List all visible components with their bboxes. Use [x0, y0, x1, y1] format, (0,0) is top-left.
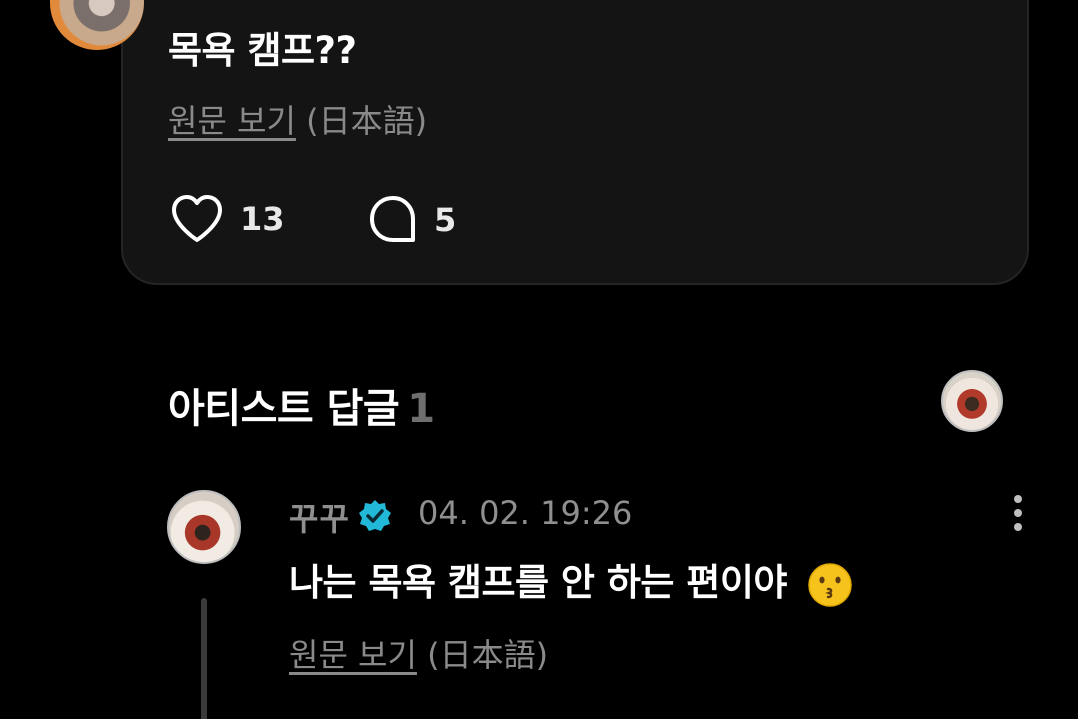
more-options-icon[interactable]: [1006, 495, 1030, 535]
post-text: 목욕 캠프??: [168, 29, 357, 72]
comment-bubble-icon: [370, 196, 415, 242]
reply-text: 나는 목욕 캠프를 안 하는 편이야: [289, 561, 787, 604]
view-original-link[interactable]: 원문 보기: [168, 102, 296, 140]
heart-icon: [172, 195, 222, 242]
reply-view-original-link[interactable]: 원문 보기: [289, 636, 417, 674]
artist-replies-count: 1: [407, 386, 435, 432]
artist-replies-header: 아티스트 답글 1: [168, 376, 435, 434]
kissing-face-icon: [808, 562, 853, 607]
comment-page: 목욕 캠프?? 원문 보기 (日本語) 13 5 아티스트 답글 1 꾸꾸 04.…: [0, 0, 1078, 719]
reply-author-avatar[interactable]: [167, 490, 241, 564]
artist-replies-title: 아티스트 답글: [168, 386, 400, 432]
reply-text-row: 나는 목욕 캠프를 안 하는 편이야: [289, 552, 853, 608]
artist-avatar[interactable]: [941, 370, 1003, 432]
reply-timestamp: 04. 02. 19:26: [418, 494, 633, 532]
reply-original-language-label: (日本語): [427, 636, 549, 674]
original-language-label: (日本語): [306, 102, 428, 140]
reply-translate-row: 원문 보기 (日本語): [289, 630, 548, 676]
like-count: 13: [240, 200, 285, 238]
reply-author-name[interactable]: 꾸꾸: [289, 494, 350, 540]
comment-count: 5: [434, 201, 457, 239]
post-translate-row: 원문 보기 (日本語): [168, 96, 427, 142]
like-button[interactable]: 13: [170, 194, 285, 244]
verified-badge-icon: [359, 500, 391, 531]
thread-line: [201, 598, 207, 719]
comment-button[interactable]: 5: [368, 194, 456, 246]
